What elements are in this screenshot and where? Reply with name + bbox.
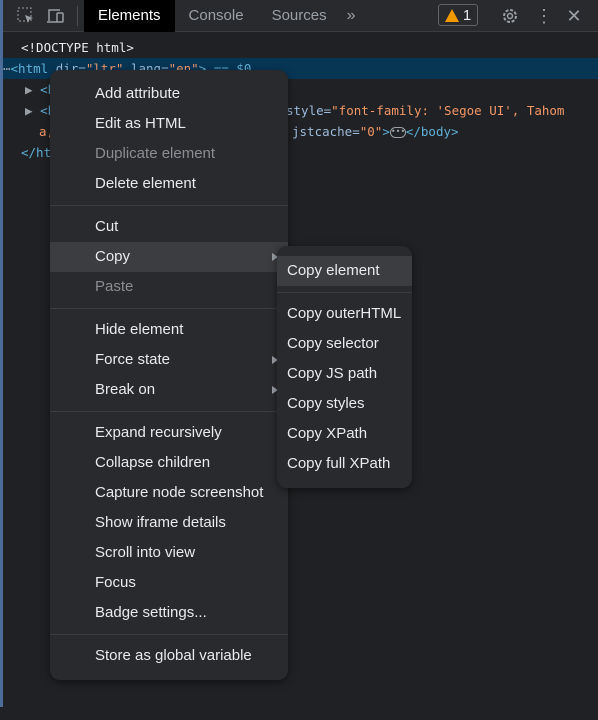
menu-item-expand-recursively[interactable]: Expand recursively [50, 418, 288, 448]
menu-item-copy-element[interactable]: Copy element [277, 256, 412, 286]
menu-item-paste: Paste [95, 278, 134, 295]
context-menu: Add attribute Edit as HTML Duplicate eleme… [50, 70, 288, 680]
menu-item-delete-element[interactable]: Delete element [50, 169, 288, 199]
menu-item-badge-settings[interactable]: Badge settings... [50, 598, 288, 628]
attr-value: "0" [359, 124, 383, 139]
menu-item-copy-xpath[interactable]: Copy XPath [277, 419, 412, 449]
tag: <html [10, 61, 49, 76]
tag: </body> [405, 124, 459, 139]
menu-item-capture-node-screenshot[interactable]: Capture node screenshot [50, 478, 288, 508]
menu-item-break-on[interactable]: Break on [50, 375, 288, 405]
menu-item-duplicate-element: Duplicate element [95, 145, 216, 162]
attr-value: "font-family: 'Segoe UI', Tahom [331, 103, 565, 118]
menu-separator [50, 308, 288, 309]
doctype-node[interactable]: <!DOCTYPE html> [3, 37, 598, 58]
menu-separator [50, 411, 288, 412]
warnings-badge[interactable]: 1 [438, 4, 478, 26]
doctype-text: <!DOCTYPE html> [21, 40, 134, 55]
more-tabs-icon[interactable]: » [341, 7, 362, 25]
tab-console[interactable]: Console [175, 0, 258, 32]
attr: jstcache= [292, 124, 360, 139]
menu-item-copy[interactable]: Copy [50, 242, 288, 272]
menu-item-copy-selector[interactable]: Copy selector [277, 329, 412, 359]
inspect-element-icon[interactable] [11, 0, 41, 32]
menu-item-copy-js-path[interactable]: Copy JS path [277, 359, 412, 389]
divider [77, 5, 78, 26]
attr: style= [286, 103, 332, 118]
menu-item-copy-full-xpath[interactable]: Copy full XPath [277, 449, 412, 479]
menu-item-copy-styles[interactable]: Copy styles [277, 389, 412, 419]
menu-item-scroll-into-view[interactable]: Scroll into view [50, 538, 288, 568]
more-vertical-icon[interactable]: ⋮ [530, 0, 558, 32]
tag: </ht [21, 145, 52, 160]
copy-submenu: Copy element Copy outerHTML Copy selector C… [277, 246, 412, 488]
device-toolbar-icon[interactable] [41, 0, 71, 32]
menu-separator [277, 292, 412, 293]
close-icon[interactable]: ✕ [560, 0, 588, 32]
tag: > [382, 124, 390, 139]
menu-item-cut[interactable]: Cut [50, 212, 288, 242]
tab-sources[interactable]: Sources [258, 0, 341, 32]
settings-gear-icon[interactable] [496, 0, 524, 32]
menu-item-store-as-global-variable[interactable]: Store as global variable [50, 641, 288, 671]
menu-separator [50, 205, 288, 206]
tab-elements[interactable]: Elements [84, 0, 175, 32]
menu-item-show-iframe-details[interactable]: Show iframe details [50, 508, 288, 538]
menu-item-edit-as-html[interactable]: Edit as HTML [50, 109, 288, 139]
menu-separator [50, 634, 288, 635]
menu-item-add-attribute[interactable]: Add attribute [50, 79, 288, 109]
menu-item-force-state[interactable]: Force state [50, 345, 288, 375]
menu-item-copy-outerhtml[interactable]: Copy outerHTML [277, 299, 412, 329]
warning-count: 1 [462, 6, 472, 24]
warning-icon [444, 8, 459, 22]
menu-item-hide-element[interactable]: Hide element [50, 315, 288, 345]
menu-item-focus[interactable]: Focus [50, 568, 288, 598]
menu-item-collapse-children[interactable]: Collapse children [50, 448, 288, 478]
ellipsis-icon[interactable]: ••• [389, 127, 406, 138]
